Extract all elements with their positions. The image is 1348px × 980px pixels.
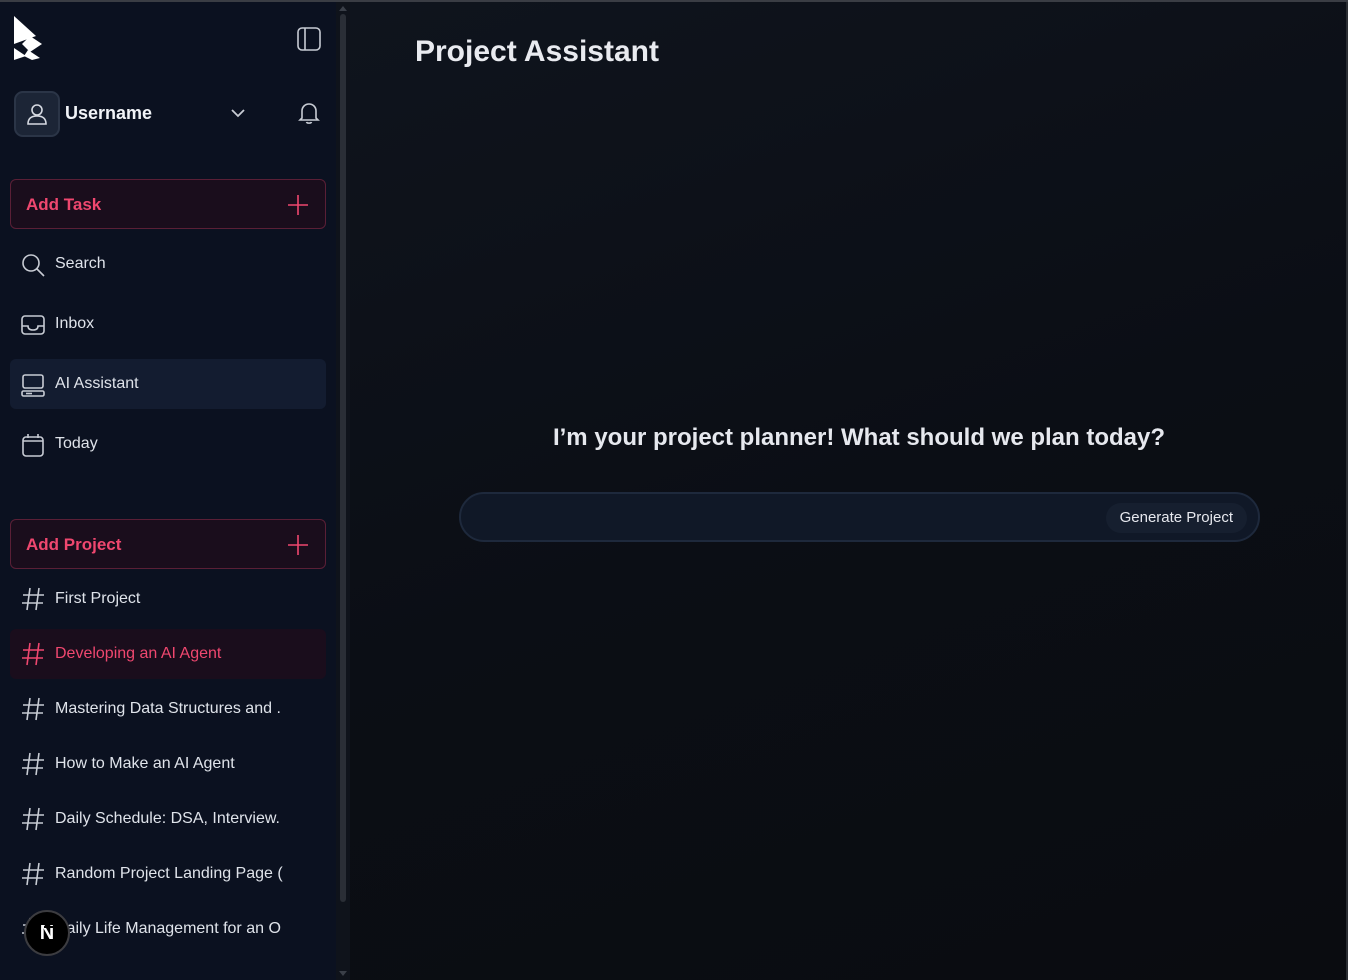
avatar[interactable] (14, 91, 60, 137)
hash-icon (22, 807, 44, 831)
add-task-label: Add Task (26, 195, 102, 214)
nav-item-today[interactable]: Today (10, 419, 326, 469)
nav-item-label: AI Assistant (55, 375, 139, 392)
add-project-label: Add Project (26, 535, 122, 554)
planner-prompt: I’m your project planner! What should we… (552, 424, 1166, 451)
inbox-icon (21, 315, 45, 335)
add-task-button[interactable]: Add Task (10, 179, 326, 229)
chevron-down-icon[interactable] (228, 103, 248, 123)
generate-project-button[interactable]: Generate Project (1105, 503, 1247, 533)
nav-item-label: Inbox (55, 315, 95, 332)
username: Username (65, 103, 153, 123)
project-label: Mastering Data Structures and . (55, 700, 281, 717)
project-item[interactable]: How to Make an AI Agent (10, 739, 326, 789)
app-logo-icon[interactable] (12, 14, 44, 62)
scroll-down-arrow-icon[interactable] (339, 971, 347, 976)
sidebar: Username Add Task Search Inbox AI Assist… (0, 2, 336, 980)
project-label: First Project (55, 590, 141, 607)
app-window: Username Add Task Search Inbox AI Assist… (0, 0, 1348, 980)
nav-item-label: Search (55, 255, 106, 272)
search-icon (22, 254, 45, 277)
hash-icon (22, 752, 44, 776)
project-input-bar: Generate Project (459, 492, 1260, 542)
hash-icon (22, 587, 44, 611)
project-label: Random Project Landing Page ( (55, 865, 283, 882)
nav-item-inbox[interactable]: Inbox (10, 299, 326, 349)
project-label: Developing an AI Agent (55, 645, 222, 662)
project-item[interactable]: First Project (10, 574, 326, 624)
user-icon (27, 104, 47, 125)
hash-icon (22, 862, 44, 886)
sidebar-toggle-icon[interactable] (294, 24, 324, 54)
plus-icon (288, 535, 308, 555)
nav-item-label: Today (55, 435, 98, 452)
plus-icon (288, 195, 308, 215)
hash-icon (22, 697, 44, 721)
project-label: Daily Schedule: DSA, Interview. (55, 810, 280, 827)
computer-icon (21, 374, 45, 397)
main-panel: Project Assistant I’m your project plann… (350, 2, 1348, 980)
project-label: How to Make an AI Agent (55, 755, 235, 772)
project-item-active[interactable]: Developing an AI Agent (10, 629, 326, 679)
nextjs-badge-icon[interactable]: N (24, 910, 70, 956)
bell-icon[interactable] (296, 100, 322, 126)
sidebar-scrollbar[interactable] (336, 2, 350, 980)
badge-letter: N (39, 921, 59, 944)
nav-item-ai-assistant[interactable]: AI Assistant (10, 359, 326, 409)
project-item[interactable]: Daily Schedule: DSA, Interview. (10, 794, 326, 844)
scrollbar-thumb[interactable] (340, 14, 346, 902)
nav-item-search[interactable]: Search (10, 239, 326, 289)
project-label: Daily Life Management for an O (55, 920, 281, 937)
project-prompt-input[interactable] (481, 504, 1091, 532)
hash-icon (22, 642, 44, 666)
calendar-icon (22, 434, 44, 457)
project-item[interactable]: Mastering Data Structures and . (10, 684, 326, 734)
add-project-button[interactable]: Add Project (10, 519, 326, 569)
project-item[interactable]: Random Project Landing Page ( (10, 849, 326, 899)
page-title: Project Assistant (415, 35, 659, 68)
scroll-up-arrow-icon[interactable] (339, 6, 347, 11)
user-menu[interactable]: Username (14, 90, 326, 137)
